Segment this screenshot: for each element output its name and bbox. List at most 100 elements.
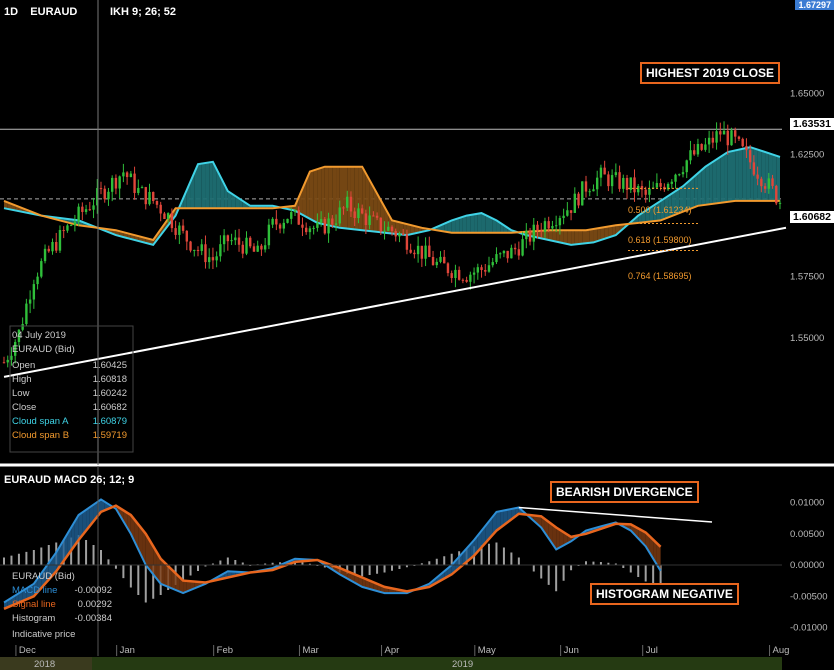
candle-body (200, 244, 203, 251)
candle-body (573, 193, 577, 213)
cloud-segment (709, 161, 713, 205)
candle-body (584, 181, 588, 192)
cloud-segment (328, 166, 333, 227)
candle-body (219, 244, 222, 257)
year-label: 2018 (34, 659, 55, 670)
year-band-2019 (92, 657, 782, 670)
candle-body (517, 249, 521, 256)
cloud-segment (694, 173, 698, 208)
cloud-segment (559, 230, 564, 244)
histogram-bar (219, 560, 222, 565)
candle-body (178, 225, 181, 235)
histogram-bar (197, 565, 199, 571)
candle-body (558, 218, 562, 226)
candle-body (398, 233, 401, 237)
indicator-label[interactable]: IKH 9; 26; 52 (110, 6, 176, 18)
candle-body (461, 279, 465, 281)
cloud-segment (470, 214, 475, 233)
candle-body (696, 143, 700, 155)
month-label: Jun (564, 645, 579, 656)
candle-body (6, 359, 9, 363)
info-date: 04 July 2019 (12, 330, 66, 341)
candle-body (66, 225, 69, 231)
candle-body (622, 177, 625, 189)
candle-body (282, 222, 286, 229)
candle-body (521, 239, 524, 256)
candle-body (360, 208, 364, 214)
candle-body (554, 225, 558, 227)
cloud-segment (321, 166, 325, 225)
candle-body (681, 172, 685, 175)
candle-body (409, 249, 412, 253)
candle-body (536, 224, 539, 231)
candle-body (364, 213, 368, 226)
cloud-segment (313, 169, 318, 223)
candle-body (543, 221, 547, 232)
candle-body (547, 221, 550, 229)
candle-body (308, 228, 312, 233)
cloud-segment (462, 215, 467, 233)
fib-label-764: 0.764 (1.58695) (628, 271, 692, 281)
histogram-bar (428, 561, 431, 565)
candle-body (610, 175, 614, 187)
histogram-bar (182, 565, 185, 580)
histogram-bar (562, 565, 565, 581)
candle-body (368, 215, 371, 226)
candle-body (387, 226, 390, 231)
candle-body (241, 244, 244, 254)
candle-body (342, 207, 345, 209)
histogram-bar (92, 545, 95, 565)
candle-body (763, 186, 767, 189)
candle-body (88, 209, 92, 211)
price-axis-tick: 1.57500 (790, 272, 824, 283)
candle-body (383, 230, 386, 232)
fib-label-500: 0.500 (1.61234) (628, 205, 692, 215)
histogram-bar (25, 551, 28, 565)
candle-body (603, 167, 606, 175)
macd-header[interactable]: EURAUD MACD 26; 12; 9 (4, 474, 134, 486)
candle-body (405, 234, 409, 250)
candle-body (506, 250, 509, 259)
histogram-bar (85, 540, 88, 565)
crosshair-price-tag: 1.63531 (790, 118, 834, 130)
candle-body (290, 212, 293, 219)
info-value: 1.60818 (92, 374, 127, 385)
candle-body (569, 210, 573, 213)
candle-body (174, 228, 177, 235)
candle-body (446, 263, 450, 274)
candle-body (148, 191, 151, 205)
candle-body (379, 217, 383, 232)
macd-info-row-signal: Signal line 0.00292 (12, 598, 112, 612)
histogram-bar (234, 560, 237, 565)
candle-body (245, 237, 248, 254)
histogram-bar (555, 565, 558, 592)
candle-body (450, 273, 453, 279)
cloud-segment (589, 229, 594, 243)
info-value: 1.59719 (92, 430, 127, 441)
cloud-segment (765, 152, 769, 201)
cloud-segment (556, 230, 560, 243)
candle-body (375, 215, 379, 218)
candle-body (618, 172, 621, 189)
candle-body (77, 206, 80, 222)
candle-body (491, 262, 494, 266)
candle-body (118, 176, 121, 189)
histogram-bar (100, 550, 102, 565)
candle-body (47, 248, 50, 252)
candle-body (771, 178, 774, 186)
macd-info-box: EURAUD (Bid) MACD line -0.00092 Signal li… (12, 570, 112, 642)
macd-info-row-hist: Histogram -0.00384 (12, 612, 112, 626)
candle-body (28, 299, 32, 304)
candle-body (390, 226, 394, 231)
macd-info-row-macd: MACD line -0.00092 (12, 584, 112, 598)
candle-body (278, 224, 282, 229)
timeframe-label[interactable]: 1D (4, 6, 18, 18)
cloud-segment (399, 222, 404, 235)
candle-body (163, 213, 166, 219)
symbol-label[interactable]: EURAUD (30, 6, 77, 18)
cloud-segment (309, 170, 314, 221)
candle-body (103, 188, 106, 200)
macd-axis-tick: 0.00500 (790, 529, 824, 540)
candle-body (338, 207, 341, 224)
info-value: 1.60242 (92, 388, 127, 399)
